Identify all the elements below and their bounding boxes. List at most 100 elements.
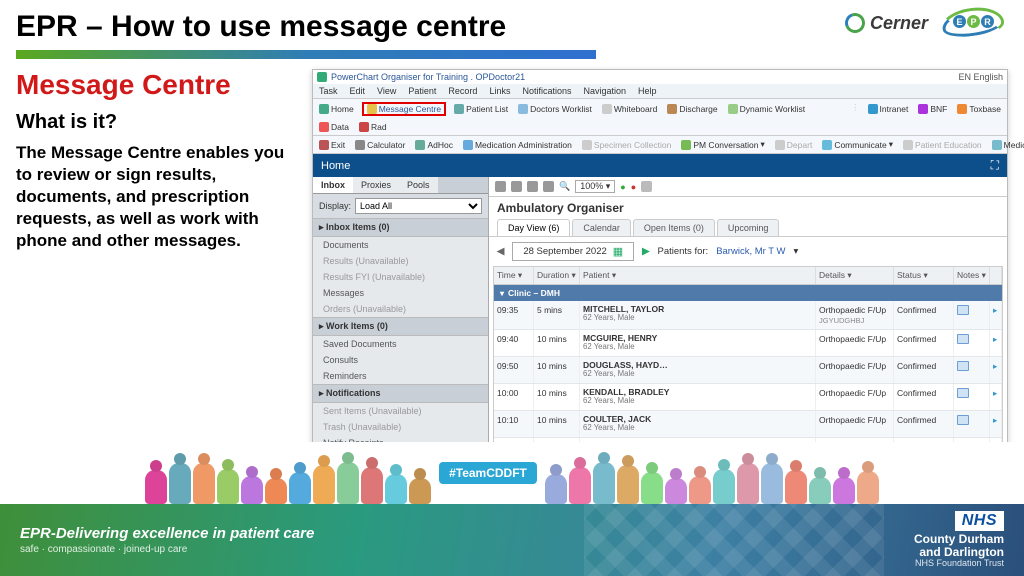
person-illustration [761,463,783,504]
intranet-link[interactable]: Intranet [866,102,911,116]
depart-button[interactable]: Depart [773,139,815,150]
sidebar-item[interactable]: Results (Unavailable) [313,253,488,269]
menu-task[interactable]: Task [319,86,338,96]
sidebar-item[interactable]: Sent Items (Unavailable) [313,403,488,419]
menu-notifications[interactable]: Notifications [522,86,571,96]
dynamic-worklist-button[interactable]: Dynamic Worklist [726,102,808,116]
trust-line3: NHS Foundation Trust [914,559,1004,569]
organiser-toolbar: 🔍 100% ▾ ● ● [489,177,1007,197]
data-link[interactable]: Data [317,122,351,132]
print-icon[interactable] [495,181,506,192]
column-header[interactable]: Status ▾ [894,267,954,284]
menu-help[interactable]: Help [638,86,657,96]
sidebar-tab-pools[interactable]: Pools [399,177,438,193]
sidebar-item[interactable]: Consults [313,352,488,368]
communicate-icon [822,140,832,150]
slide-footer: EPR-Delivering excellence in patient car… [0,504,1024,576]
adhoc-button[interactable]: AdHoc [413,139,455,150]
patient-education-button[interactable]: Patient Education [901,139,984,150]
worklist-icon [518,104,528,114]
sidebar-item[interactable]: Orders (Unavailable) [313,301,488,317]
check-icon[interactable]: ● [620,182,625,192]
person-illustration [809,477,831,504]
date-nav-row: ◀ 28 September 2022▦ ▶ Patients for: Bar… [489,237,1007,266]
menu-navigation[interactable]: Navigation [583,86,626,96]
pmconv-button[interactable]: PM Conversation ▾ [679,139,766,150]
sidebar-item[interactable]: Documents [313,237,488,253]
note-icon[interactable] [957,415,969,425]
menu-record[interactable]: Record [448,86,477,96]
view-tab-calendar[interactable]: Calendar [572,219,631,236]
rad-link[interactable]: Rad [357,122,389,132]
sidebar-item[interactable]: Results FYI (Unavailable) [313,269,488,285]
discharge-button[interactable]: Discharge [665,102,719,116]
column-header[interactable]: Patient ▾ [580,267,816,284]
communicate-button[interactable]: Communicate ▾ [820,139,895,150]
appointment-row[interactable]: 09:5010 minsDOUGLASS, HAYD…62 Years, Mal… [494,357,1002,384]
sidebar-item[interactable]: Trash (Unavailable) [313,419,488,435]
copy-icon[interactable] [527,181,538,192]
people-illustration: #TeamCDDFT [0,442,1024,504]
sidebar-section-header[interactable]: ▸ Inbox Items (0) [313,218,488,237]
sidebar-section-header[interactable]: ▸ Notifications [313,384,488,403]
whiteboard-button[interactable]: Whiteboard [600,102,659,116]
sidebar-tab-inbox[interactable]: Inbox [313,177,353,193]
note-icon[interactable] [957,388,969,398]
home-button[interactable]: Home [317,102,356,116]
adhoc-icon [415,140,425,150]
patient-list-button[interactable]: Patient List [452,102,510,116]
exit-button[interactable]: Exit [317,139,347,150]
data-icon [319,122,329,132]
column-header[interactable]: Details ▾ [816,267,894,284]
date-picker[interactable]: 28 September 2022▦ [512,242,634,261]
column-header[interactable]: Notes ▾ [954,267,990,284]
person-illustration [313,465,335,504]
appointment-row[interactable]: 10:0010 minsKENDALL, BRADLEY62 Years, Ma… [494,384,1002,411]
sidebar-item[interactable]: Reminders [313,368,488,384]
list-icon [454,104,464,114]
save-icon[interactable] [511,181,522,192]
prev-day-button[interactable]: ◀ [497,246,504,257]
zoom-select[interactable]: 100% ▾ [575,180,615,193]
sidebar-tab-proxies[interactable]: Proxies [353,177,399,193]
epr-p: P [967,15,980,28]
next-day-button[interactable]: ▶ [642,246,649,257]
display-select[interactable]: Load All [355,198,482,214]
sidebar-tabs: InboxProxiesPools [313,177,488,194]
menu-view[interactable]: View [377,86,396,96]
view-tab-open-items[interactable]: Open Items (0) [633,219,715,236]
sidebar-section-header[interactable]: ▸ Work Items (0) [313,317,488,336]
view-tab-upcoming[interactable]: Upcoming [717,219,780,236]
title-accent-bar [16,50,596,59]
appointment-row[interactable]: 09:4010 minsMCGUIRE, HENRY62 Years, Male… [494,330,1002,357]
settings-icon[interactable] [641,181,652,192]
note-icon[interactable] [957,334,969,344]
bnf-link[interactable]: BNF [916,102,949,116]
column-header[interactable]: Time ▾ [494,267,534,284]
menu-edit[interactable]: Edit [350,86,366,96]
expand-icon[interactable]: ⛶ [991,158,999,173]
sidebar-item[interactable]: Messages [313,285,488,301]
calculator-button[interactable]: Calculator [353,139,407,150]
powerchart-screenshot: PowerChart Organiser for Training . OPDo… [312,69,1008,471]
menu-patient[interactable]: Patient [408,86,436,96]
search-icon[interactable]: 🔍 [559,181,570,192]
clinic-group-header[interactable]: ▾Clinic – DMH [494,285,1002,301]
column-header[interactable]: Duration ▾ [534,267,580,284]
appointment-row[interactable]: 10:1010 minsCOULTER, JACK62 Years, MaleO… [494,411,1002,438]
medical-record-button[interactable]: Medical Record Rec [990,139,1024,150]
medadmin-button[interactable]: Medication Administration [461,139,574,150]
appointment-row[interactable]: 09:355 minsMITCHELL, TAYLOR62 Years, Mal… [494,301,1002,330]
menu-links[interactable]: Links [489,86,510,96]
doctors-worklist-button[interactable]: Doctors Worklist [516,102,594,116]
message-centre-button[interactable]: Message Centre [362,102,446,116]
clipboard-icon[interactable] [543,181,554,192]
view-tab-day-view[interactable]: Day View (6) [497,219,570,236]
note-icon[interactable] [957,361,969,371]
specimen-button[interactable]: Specimen Collection [580,139,673,150]
toxbase-link[interactable]: Toxbase [955,102,1003,116]
close-icon[interactable]: ● [631,182,636,192]
column-header[interactable] [990,267,1002,284]
sidebar-item[interactable]: Saved Documents [313,336,488,352]
note-icon[interactable] [957,305,969,315]
